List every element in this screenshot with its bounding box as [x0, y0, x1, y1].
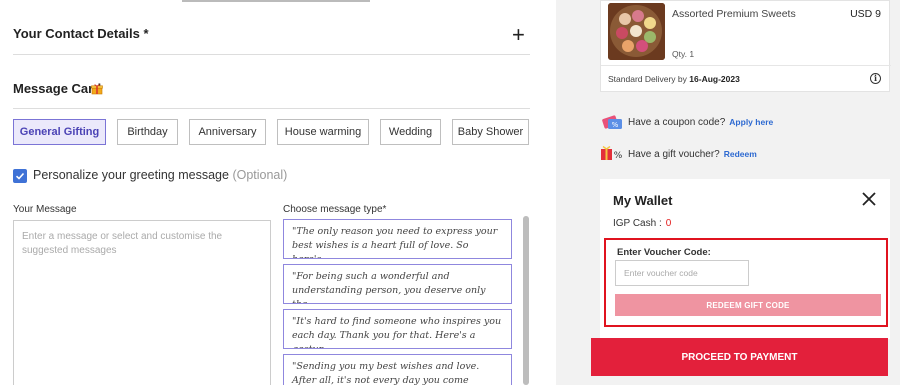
voucher-code-input[interactable] [615, 260, 749, 286]
coupon-text: Have a coupon code? [628, 116, 726, 128]
close-icon[interactable] [862, 192, 876, 208]
product-name: Assorted Premium Sweets [672, 8, 796, 20]
my-wallet-card: My Wallet IGP Cash :0 Enter Voucher Code… [600, 179, 890, 339]
message-suggestion[interactable]: "It's hard to find someone who inspires … [283, 309, 512, 349]
wallet-title: My Wallet [613, 193, 673, 208]
voucher-text: Have a gift voucher? [628, 148, 720, 160]
product-image [608, 3, 665, 60]
igp-cash: IGP Cash :0 [613, 218, 671, 229]
message-suggestion[interactable]: "The only reason you need to express you… [283, 219, 512, 259]
delivery-prefix: Standard Delivery by [608, 74, 687, 84]
redeem-link[interactable]: Redeem [724, 149, 757, 159]
expand-plus-icon[interactable]: + [512, 24, 525, 46]
occasion-chip-birthday[interactable]: Birthday [117, 119, 178, 145]
personalize-label: Personalize your greeting message (Optio… [33, 168, 287, 182]
delivery-info: Standard Delivery by 16-Aug-2023 [608, 74, 740, 84]
info-icon[interactable]: i [870, 73, 881, 84]
proceed-to-payment-button[interactable]: PROCEED TO PAYMENT [591, 338, 888, 376]
your-message-label: Your Message [13, 204, 77, 215]
apply-here-link[interactable]: Apply here [729, 117, 773, 127]
divider [601, 65, 891, 66]
voucher-code-label: Enter Voucher Code: [617, 247, 711, 258]
gift-voucher-icon: % [600, 145, 624, 162]
suggestions-scrollbar-thumb[interactable] [523, 216, 529, 385]
svg-text:%: % [614, 151, 623, 161]
message-textarea-box [13, 220, 271, 385]
redeem-gift-code-button[interactable]: REDEEM GIFT CODE [615, 294, 881, 316]
divider [13, 108, 530, 109]
occasion-chip-house-warming[interactable]: House warming [277, 119, 369, 145]
optional-text: (Optional) [232, 168, 288, 182]
choose-message-type-label: Choose message type* [283, 204, 387, 215]
checkmark-icon [15, 172, 25, 180]
delivery-date: 16-Aug-2023 [689, 74, 740, 84]
message-suggestion[interactable]: "For being such a wonderful and understa… [283, 264, 512, 304]
product-quantity: Qty. 1 [672, 49, 695, 59]
message-card-heading: Message Card [13, 81, 102, 96]
svg-text:%: % [612, 121, 619, 129]
occasion-chip-anniversary[interactable]: Anniversary [189, 119, 266, 145]
order-item-card: Assorted Premium Sweets USD 9 Qty. 1 Sta… [600, 0, 891, 92]
order-summary-panel: Assorted Premium Sweets USD 9 Qty. 1 Sta… [556, 0, 900, 385]
product-price: USD 9 [850, 8, 881, 20]
igp-cash-value: 0 [665, 218, 672, 229]
occasion-chip-baby-shower[interactable]: Baby Shower [452, 119, 529, 145]
divider [13, 54, 530, 55]
voucher-highlight-box: Enter Voucher Code: REDEEM GIFT CODE [604, 238, 888, 327]
igp-cash-label: IGP Cash : [613, 218, 662, 229]
checkout-left-panel: Your Contact Details * + Message Card Ge… [0, 0, 540, 385]
voucher-row: % Have a gift voucher? Redeem [600, 145, 757, 162]
message-textarea[interactable] [14, 221, 270, 385]
coupon-row: % Have a coupon code? Apply here [600, 114, 773, 130]
occasion-chip-wedding[interactable]: Wedding [380, 119, 441, 145]
contact-details-heading[interactable]: Your Contact Details * [13, 26, 149, 41]
gift-icon [91, 82, 103, 95]
top-divider [182, 0, 370, 2]
occasion-chip-general-gifting[interactable]: General Gifting [13, 119, 106, 145]
personalize-checkbox[interactable] [13, 169, 27, 183]
personalize-text: Personalize your greeting message [33, 168, 229, 182]
coupon-icon: % [600, 114, 624, 130]
message-suggestion[interactable]: "Sending you my best wishes and love. Af… [283, 354, 512, 385]
